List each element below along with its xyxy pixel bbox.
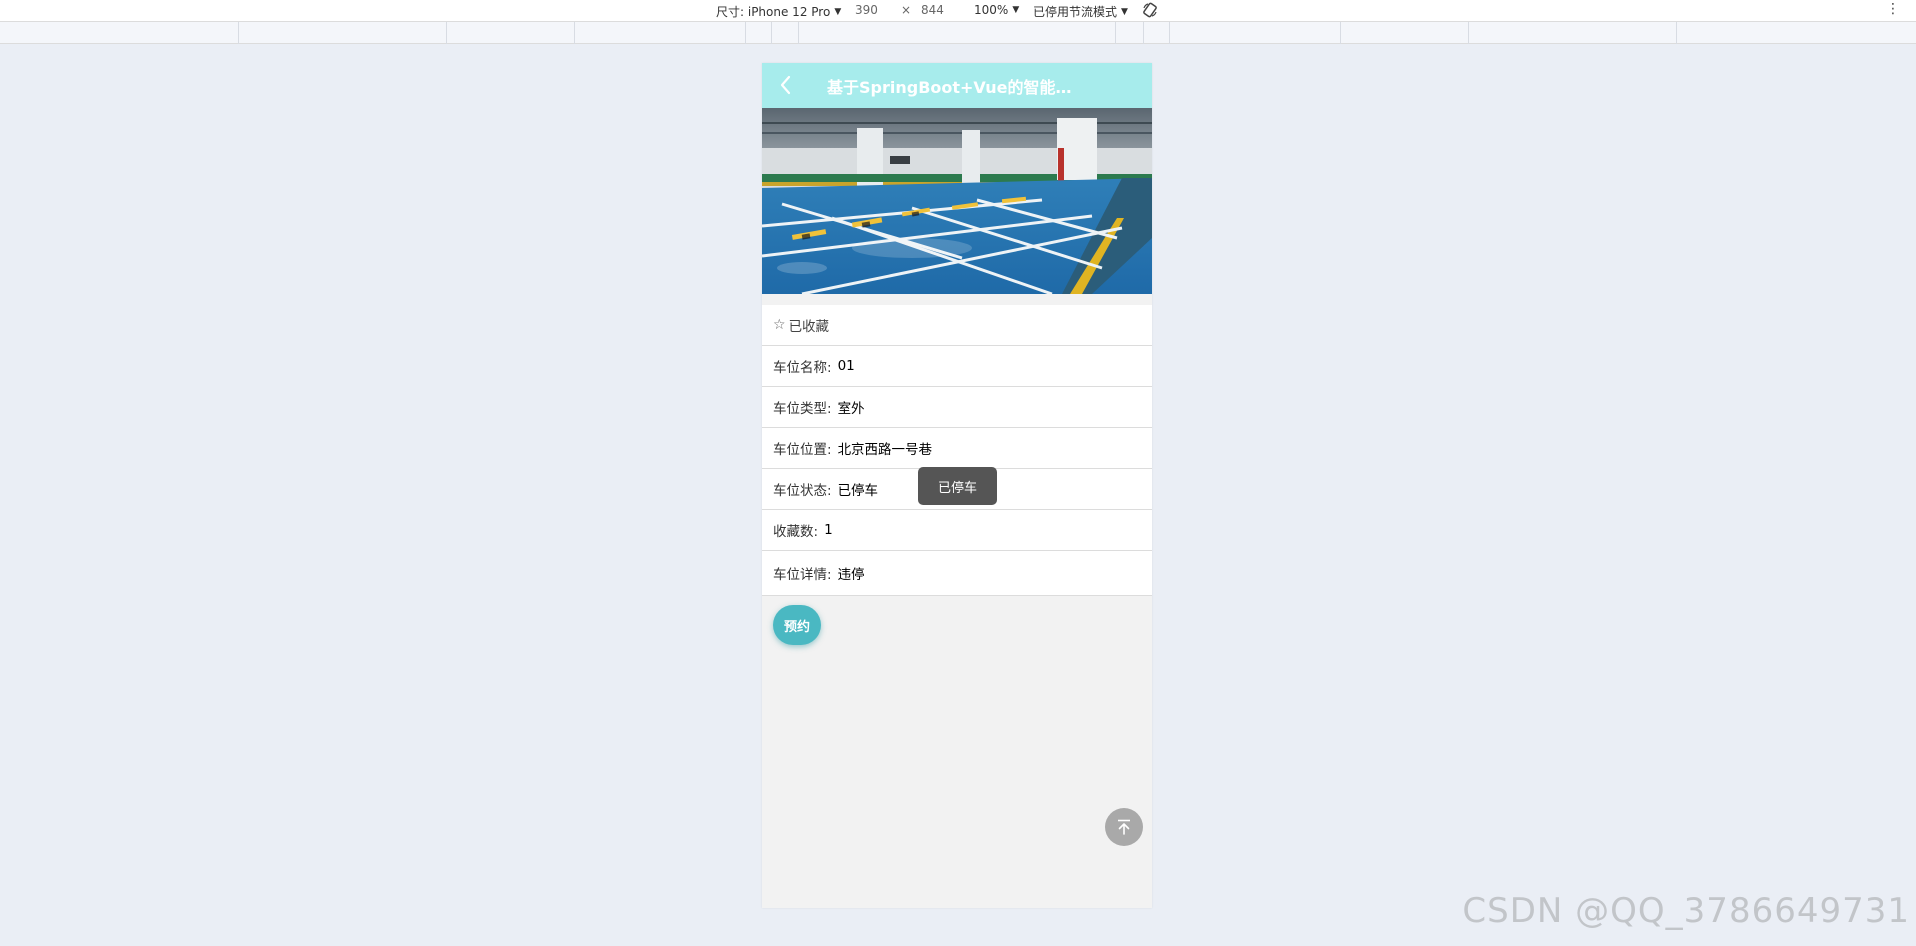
- detail-row-description: 车位详情: 违停: [762, 551, 1152, 596]
- row-label: 车位状态:: [773, 483, 832, 499]
- chevron-down-icon: ▼: [834, 6, 842, 17]
- media-query-ruler: [0, 22, 1916, 44]
- favorite-toggle[interactable]: ☆ 已收藏: [762, 305, 1152, 346]
- detail-row-name: 车位名称: 01: [762, 346, 1152, 387]
- page-title: 基于SpringBoot+Vue的智能停...: [827, 77, 1087, 97]
- reserve-button[interactable]: 预约: [773, 605, 821, 645]
- rotate-icon[interactable]: [1142, 2, 1158, 18]
- navigation-bar: 基于SpringBoot+Vue的智能停...: [762, 63, 1152, 108]
- row-value: 01: [837, 358, 855, 374]
- row-label: 车位详情:: [773, 567, 832, 583]
- throttle-value: 已停用节流模式: [1033, 5, 1118, 19]
- width-input[interactable]: 390: [855, 3, 878, 17]
- favorite-label: 已收藏: [788, 319, 830, 335]
- device-select[interactable]: 尺寸: iPhone 12 Pro ▼: [716, 3, 841, 20]
- height-input[interactable]: 844: [921, 3, 944, 17]
- devtools-device-toolbar: 尺寸: iPhone 12 Pro ▼ 390 × 844 100% ▼ 已停用…: [0, 0, 1916, 22]
- row-value: 已停车: [837, 483, 879, 499]
- detail-row-location: 车位位置: 北京西路一号巷: [762, 428, 1152, 469]
- chevron-down-icon: ▼: [1012, 5, 1020, 15]
- parking-lot-image: [762, 108, 1152, 294]
- back-arrow-icon[interactable]: [774, 73, 798, 97]
- detail-row-type: 车位类型: 室外: [762, 387, 1152, 428]
- throttle-select[interactable]: 已停用节流模式 ▼: [1033, 3, 1128, 20]
- zoom-select[interactable]: 100% ▼: [974, 3, 1019, 17]
- row-value: 北京西路一号巷: [837, 442, 933, 458]
- back-to-top-button[interactable]: [1105, 808, 1143, 846]
- row-value: 1: [824, 522, 833, 538]
- mobile-viewport: 基于SpringBoot+Vue的智能停... ☆ 已收藏 车位名称: 01 车…: [762, 63, 1152, 908]
- device-select-label: 尺寸: iPhone 12 Pro: [716, 5, 831, 19]
- watermark: CSDN @QQ_3786649731: [1462, 891, 1910, 931]
- row-label: 车位类型:: [773, 401, 832, 417]
- detail-row-favorites-count: 收藏数: 1: [762, 510, 1152, 551]
- chevron-down-icon: ▼: [1121, 6, 1128, 17]
- arrow-up-to-top-icon: [1118, 819, 1130, 835]
- times-sign: ×: [901, 3, 912, 17]
- zoom-value: 100%: [974, 3, 1009, 17]
- toast-message: 已停车: [918, 467, 997, 505]
- row-value: 室外: [837, 401, 865, 417]
- row-label: 车位位置:: [773, 442, 832, 458]
- row-label: 收藏数:: [773, 524, 819, 540]
- row-value: 违停: [837, 567, 865, 583]
- star-icon: ☆: [773, 317, 786, 333]
- more-options-icon[interactable]: ⋮: [1886, 2, 1900, 16]
- detail-list: ☆ 已收藏 车位名称: 01 车位类型: 室外 车位位置: 北京西路一号巷 车位…: [762, 305, 1152, 596]
- row-label: 车位名称:: [773, 360, 832, 376]
